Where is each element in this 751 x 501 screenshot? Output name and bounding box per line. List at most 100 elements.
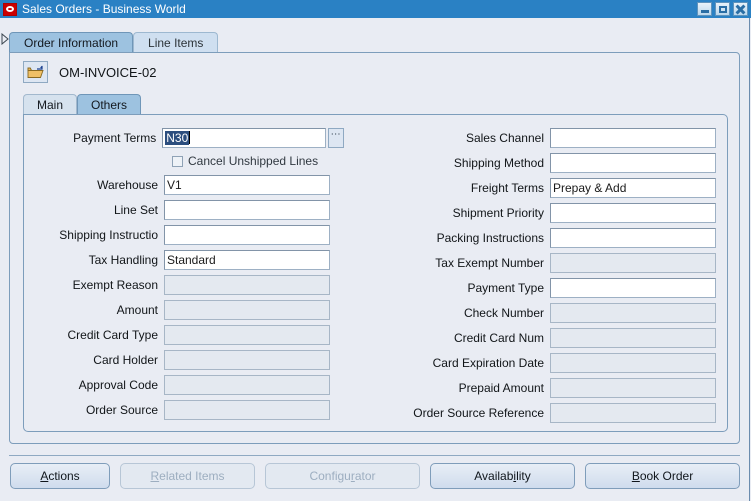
tab-line-items[interactable]: Line Items <box>133 32 219 53</box>
label-credit-card-num: Credit Card Num <box>453 330 544 345</box>
label-packing-instructions: Packing Instructions <box>436 230 544 245</box>
label-tax-handling: Tax Handling <box>88 252 158 267</box>
field-row-line-set: Line Set <box>24 197 344 222</box>
input-warehouse[interactable]: V1 <box>164 174 330 195</box>
action-button-bar: Actions Related Items Configurator Avail… <box>0 455 751 501</box>
field-row-card-expiration-date: Card Expiration Date <box>388 350 718 375</box>
record-id-label: OM-INVOICE-02 <box>59 64 157 80</box>
subtab-main[interactable]: Main <box>23 94 78 114</box>
input-line-set[interactable] <box>164 199 330 220</box>
label-check-number: Check Number <box>463 305 544 320</box>
input-prepaid-amount <box>550 377 716 398</box>
field-row-freight-terms: Freight Terms Prepay & Add <box>388 175 718 200</box>
input-shipment-priority[interactable] <box>550 202 716 223</box>
field-row-warehouse: Warehouse V1 <box>24 172 344 197</box>
window-title: Sales Orders - Business World <box>22 2 186 16</box>
input-card-holder <box>164 349 330 370</box>
label-payment-type: Payment Type <box>467 280 545 295</box>
payment-terms-value: N30 <box>165 130 190 145</box>
label-payment-terms: Payment Terms <box>73 130 157 145</box>
field-row-shipping-instructions: Shipping Instructio <box>24 222 344 247</box>
main-tabstrip: Order Information Line Items <box>9 31 709 53</box>
label-shipping-method: Shipping Method <box>453 155 544 170</box>
input-tax-exempt-number <box>550 252 716 273</box>
tab-order-information[interactable]: Order Information <box>9 32 134 53</box>
actions-button[interactable]: Actions <box>10 463 110 489</box>
availability-button[interactable]: Availability <box>430 463 575 489</box>
right-field-column: Sales Channel Shipping Method Freight Te… <box>388 125 718 425</box>
input-credit-card-type <box>164 324 330 345</box>
maximize-icon[interactable] <box>715 2 730 16</box>
label-prepaid-amount: Prepaid Amount <box>458 380 544 395</box>
folder-open-icon[interactable] <box>23 61 48 83</box>
label-order-source-reference: Order Source Reference <box>413 405 544 420</box>
field-row-tax-handling: Tax Handling Standard <box>24 247 344 272</box>
label-tax-exempt-number: Tax Exempt Number <box>435 255 544 270</box>
input-shipping-instructions[interactable] <box>164 224 330 245</box>
field-row-prepaid-amount: Prepaid Amount <box>388 375 718 400</box>
label-order-source: Order Source <box>85 402 158 417</box>
label-freight-terms: Freight Terms <box>470 180 544 195</box>
field-row-card-holder: Card Holder <box>24 347 344 372</box>
sub-tabstrip: Main Others <box>23 94 142 114</box>
label-sales-channel: Sales Channel <box>465 130 544 145</box>
field-row-approval-code: Approval Code <box>24 372 344 397</box>
label-amount: Amount <box>116 302 158 317</box>
field-row-shipment-priority: Shipment Priority <box>388 200 718 225</box>
input-shipping-method[interactable] <box>550 152 716 173</box>
label-card-holder: Card Holder <box>93 352 158 367</box>
input-card-expiration-date <box>550 352 716 373</box>
label-warehouse: Warehouse <box>97 177 158 192</box>
oracle-logo-icon <box>3 2 17 16</box>
label-cancel-unshipped-lines: Cancel Unshipped Lines <box>188 154 319 168</box>
field-row-exempt-reason: Exempt Reason <box>24 272 344 297</box>
field-row-credit-card-type: Credit Card Type <box>24 322 344 347</box>
label-shipping-instructions: Shipping Instructio <box>59 227 158 242</box>
label-line-set: Line Set <box>113 202 158 217</box>
left-field-column: Payment Terms N30 ⋯ Cancel Unshipped Lin… <box>24 125 344 422</box>
field-row-packing-instructions: Packing Instructions <box>388 225 718 250</box>
input-check-number <box>550 302 716 323</box>
close-icon[interactable] <box>733 2 748 16</box>
input-tax-handling[interactable]: Standard <box>164 249 330 270</box>
configurator-button: Configurator <box>265 463 420 489</box>
input-credit-card-num <box>550 327 716 348</box>
field-row-payment-terms: Payment Terms N30 ⋯ <box>24 125 344 150</box>
order-information-panel: OM-INVOICE-02 Main Others Payment Terms … <box>9 52 740 444</box>
input-sales-channel[interactable] <box>550 127 716 148</box>
window-titlebar: Sales Orders - Business World <box>0 0 751 18</box>
others-form-panel: Payment Terms N30 ⋯ Cancel Unshipped Lin… <box>23 114 728 432</box>
input-amount <box>164 299 330 320</box>
field-row-sales-channel: Sales Channel <box>388 125 718 150</box>
window-controls <box>697 2 748 16</box>
input-payment-type[interactable] <box>550 277 716 298</box>
book-order-button[interactable]: Book Order <box>585 463 740 489</box>
input-order-source-reference <box>550 402 716 423</box>
record-header: OM-INVOICE-02 <box>23 61 157 83</box>
text-caret <box>189 130 191 144</box>
field-row-check-number: Check Number <box>388 300 718 325</box>
related-items-button: Related Items <box>120 463 255 489</box>
cancel-unshipped-lines-checkbox[interactable] <box>172 155 183 167</box>
field-row-order-source-reference: Order Source Reference <box>388 400 718 425</box>
field-row-tax-exempt-number: Tax Exempt Number <box>388 250 718 275</box>
field-row-shipping-method: Shipping Method <box>388 150 718 175</box>
input-freight-terms[interactable]: Prepay & Add <box>550 177 716 198</box>
label-credit-card-type: Credit Card Type <box>67 327 159 342</box>
input-exempt-reason <box>164 274 330 295</box>
input-order-source <box>164 399 330 420</box>
field-row-credit-card-num: Credit Card Num <box>388 325 718 350</box>
label-approval-code: Approval Code <box>78 377 158 392</box>
subtab-others[interactable]: Others <box>77 94 142 114</box>
input-payment-terms[interactable]: N30 <box>162 127 327 148</box>
input-packing-instructions[interactable] <box>550 227 716 248</box>
label-card-expiration-date: Card Expiration Date <box>432 355 544 370</box>
field-row-amount: Amount <box>24 297 344 322</box>
payment-terms-lov-button[interactable]: ⋯ <box>328 127 344 148</box>
minimize-icon[interactable] <box>697 2 712 16</box>
field-row-payment-type: Payment Type <box>388 275 718 300</box>
label-shipment-priority: Shipment Priority <box>452 205 544 220</box>
label-exempt-reason: Exempt Reason <box>72 277 158 292</box>
input-approval-code <box>164 374 330 395</box>
checkbox-row-cancel-unshipped-lines: Cancel Unshipped Lines <box>24 150 344 172</box>
